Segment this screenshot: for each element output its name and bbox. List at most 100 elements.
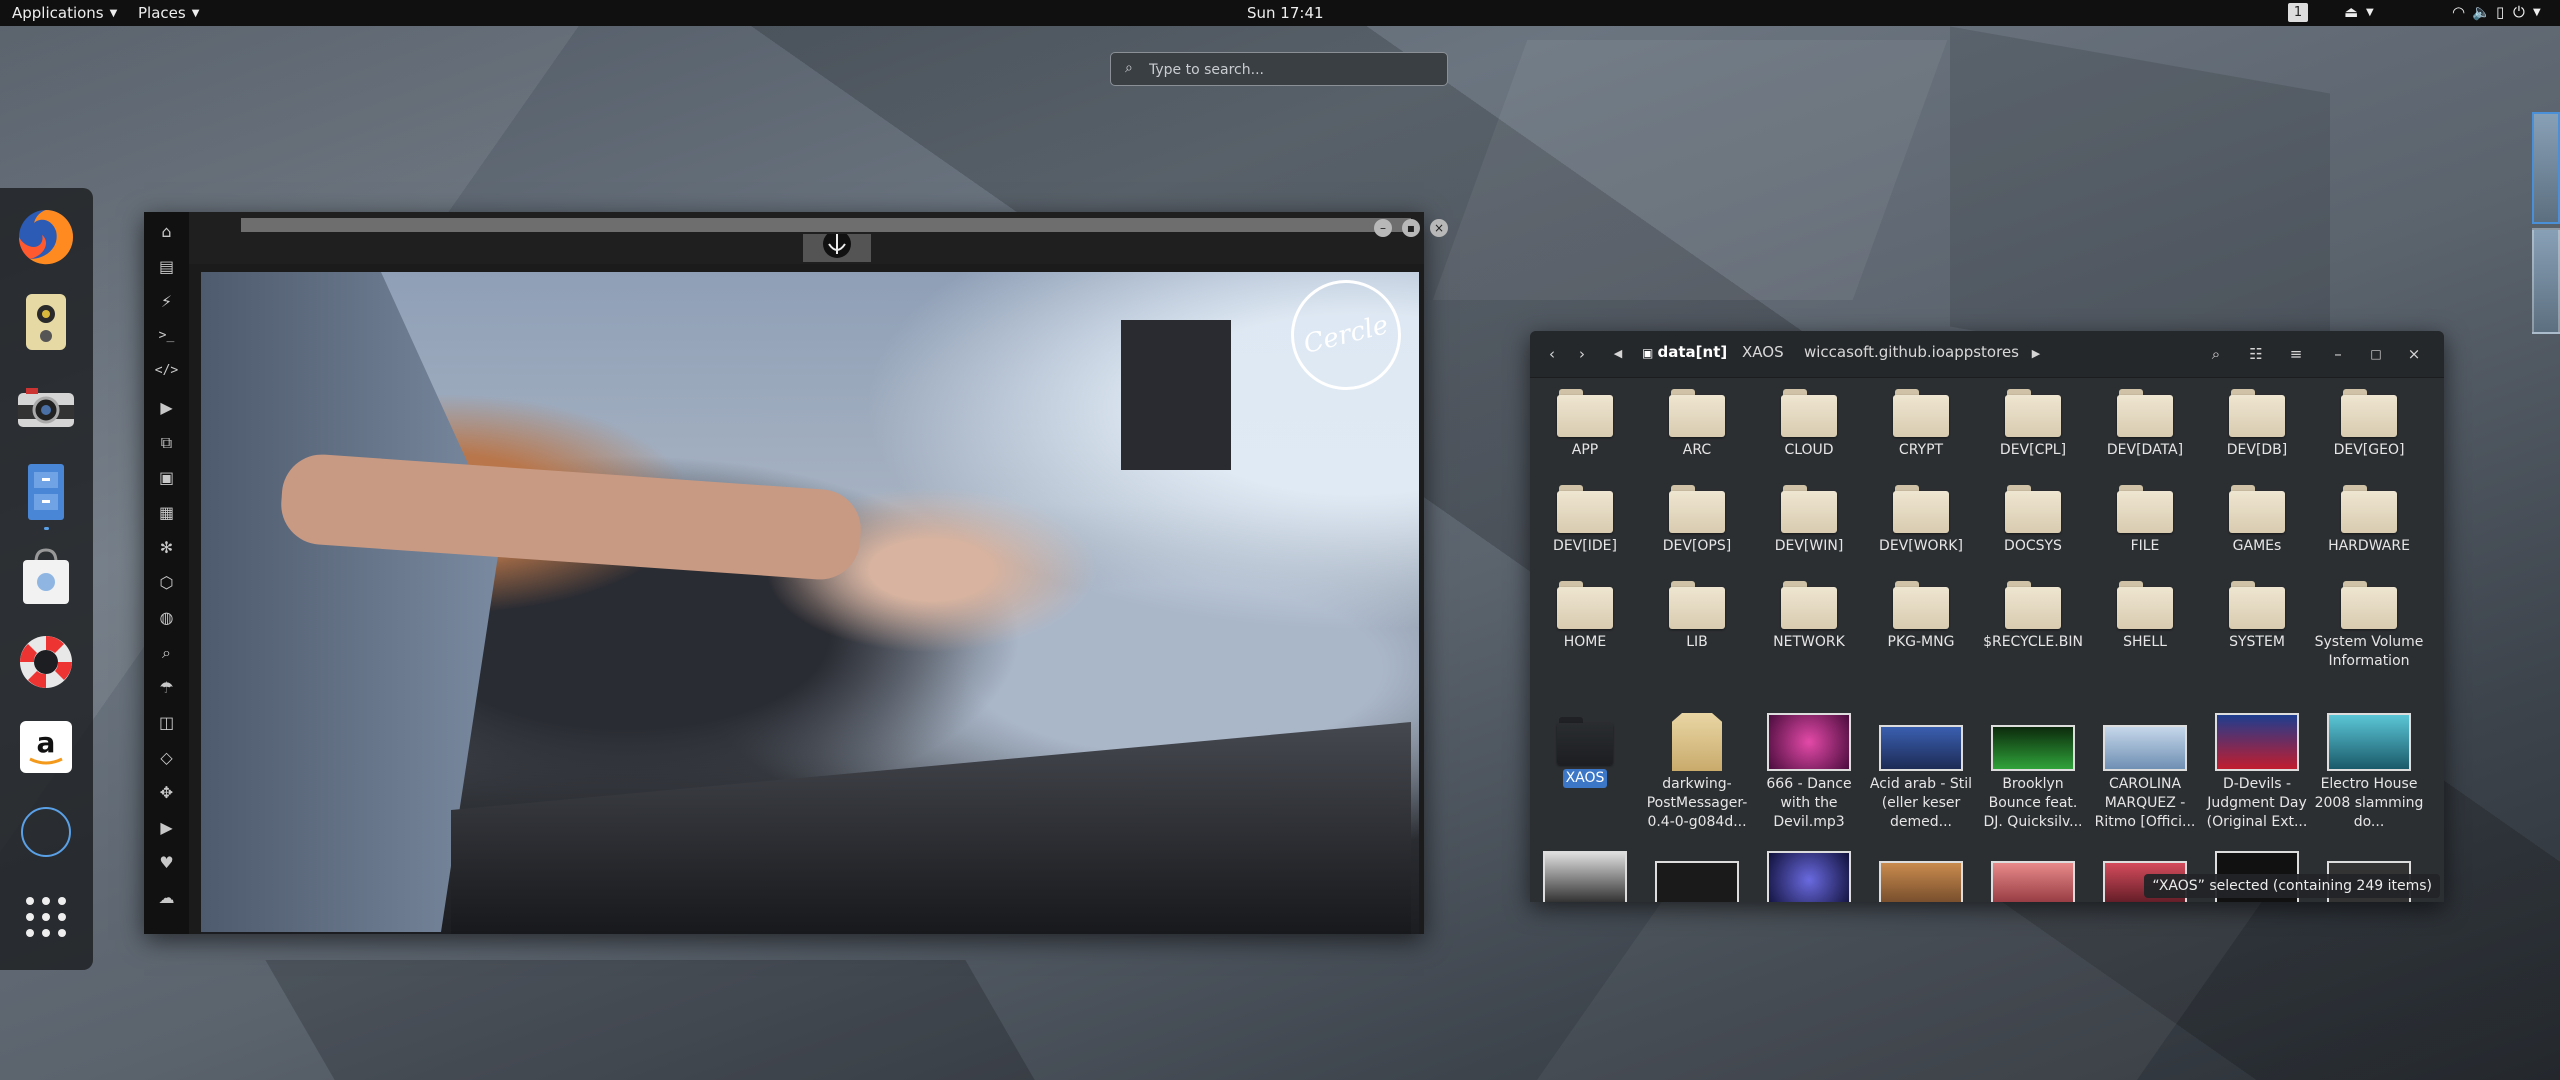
minimize-button[interactable]: –: [1374, 219, 1392, 237]
volume-icon[interactable]: 🔈: [2472, 3, 2491, 21]
play-circle-icon[interactable]: ▶: [144, 398, 189, 417]
menu-icon[interactable]: ≡: [2280, 340, 2312, 368]
folder-item[interactable]: DEV[IDE]: [1530, 485, 1640, 556]
rebel-logo-tab[interactable]: [803, 230, 871, 262]
workspace-indicator[interactable]: 1: [2288, 3, 2308, 22]
folder-item[interactable]: DOCSYS: [1978, 485, 2088, 556]
seek-bar[interactable]: [241, 218, 1411, 232]
folder-item[interactable]: CLOUD: [1754, 389, 1864, 460]
folder-item[interactable]: System Volume Information: [2314, 581, 2424, 671]
workspace-thumbnail[interactable]: [2532, 228, 2560, 334]
search-icon[interactable]: ⌕: [144, 643, 189, 663]
breadcrumb-appstores[interactable]: appstores: [1945, 343, 2019, 361]
amazon-icon[interactable]: a: [13, 714, 79, 780]
view-options-icon[interactable]: ☷: [2240, 340, 2272, 368]
file-item[interactable]: Acid arab - Stil (eller keser demed...: [1866, 713, 1976, 832]
file-item[interactable]: 666 - Dance with the Devil.mp3: [1754, 713, 1864, 832]
news-icon[interactable]: ▦: [144, 503, 189, 522]
file-item[interactable]: darkwing-PostMessager-0.4-0-g084d...: [1642, 713, 1752, 832]
heart-icon[interactable]: ♥: [144, 853, 189, 872]
file-item[interactable]: D-Devils - Judgment Day (Original Ext...: [2202, 713, 2312, 832]
folder-item[interactable]: SHELL: [2090, 581, 2200, 652]
folder-item[interactable]: SYSTEM: [2202, 581, 2312, 652]
document-icon[interactable]: ▤: [144, 257, 189, 276]
power-icon[interactable]: ⏻: [2513, 3, 2525, 21]
folder-item[interactable]: APP: [1530, 389, 1640, 460]
file-item[interactable]: [1978, 861, 2088, 902]
breadcrumb-right-arrow[interactable]: ▶: [2028, 340, 2044, 368]
minimize-button[interactable]: –: [2324, 340, 2352, 368]
maximize-button[interactable]: ▪: [1402, 219, 1420, 237]
folder-item[interactable]: ARC: [1642, 389, 1752, 460]
hexagon-icon[interactable]: ⬡: [144, 573, 189, 592]
workspace-thumbnail[interactable]: [2532, 112, 2560, 224]
breadcrumb-wiccasoft[interactable]: wiccasoft.github.io: [1804, 343, 1945, 361]
breadcrumb-data-nt[interactable]: ▣ data[nt]: [1642, 343, 1727, 361]
close-button[interactable]: ×: [2400, 340, 2428, 368]
folder-item[interactable]: DEV[WORK]: [1866, 485, 1976, 556]
folder-item[interactable]: DEV[WIN]: [1754, 485, 1864, 556]
breadcrumb-left-arrow[interactable]: ◀: [1610, 340, 1626, 368]
show-applications-grid-icon[interactable]: [13, 884, 79, 950]
folder-item[interactable]: DEV[CPL]: [1978, 389, 2088, 460]
home-icon[interactable]: ⌂: [144, 222, 189, 241]
folder-item[interactable]: FILE: [2090, 485, 2200, 556]
folder-item[interactable]: HOME: [1530, 581, 1640, 652]
back-button[interactable]: ‹: [1538, 340, 1566, 368]
chevron-down-icon[interactable]: ▼: [2533, 7, 2541, 18]
settings-icon[interactable]: ✻: [144, 538, 189, 557]
folder-item-selected[interactable]: XAOS: [1530, 717, 1640, 788]
image-icon[interactable]: ▣: [144, 468, 189, 487]
calendar-bag-icon[interactable]: [13, 544, 79, 610]
wifi-icon[interactable]: ◠: [2452, 3, 2465, 21]
umbrella-icon[interactable]: ☂: [144, 678, 189, 697]
cloud-icon[interactable]: ☁: [144, 888, 189, 907]
folder-item[interactable]: CRYPT: [1866, 389, 1976, 460]
folder-item[interactable]: LIB: [1642, 581, 1752, 652]
terminal-icon[interactable]: >_: [144, 328, 189, 343]
folder-item[interactable]: PKG-MNG: [1866, 581, 1976, 652]
contact-icon[interactable]: ◫: [144, 713, 189, 732]
copy-icon[interactable]: ⧉: [144, 433, 189, 453]
music-player-window[interactable]: ⌂ ▤ ⚡ >_ </> ▶ ⧉ ▣ ▦ ✻ ⬡ ◍ ⌕ ☂ ◫ ◇ ✥ ▶ ♥…: [144, 212, 1448, 934]
applications-menu[interactable]: Applications ▼: [12, 4, 117, 22]
search-icon[interactable]: ⌕: [2200, 340, 2232, 368]
empty-app-circle-icon[interactable]: [13, 799, 79, 865]
folder-item[interactable]: DEV[DB]: [2202, 389, 2312, 460]
lightning-icon[interactable]: ⚡: [144, 292, 189, 311]
folder-item[interactable]: HARDWARE: [2314, 485, 2424, 556]
file-item[interactable]: [1866, 861, 1976, 902]
places-menu[interactable]: Places ▼: [138, 4, 199, 22]
folder-item[interactable]: DEV[GEO]: [2314, 389, 2424, 460]
folder-item[interactable]: DEV[OPS]: [1642, 485, 1752, 556]
file-item[interactable]: Electro House 2008 slamming do...: [2314, 713, 2424, 832]
eject-icon[interactable]: ⏏: [2344, 3, 2358, 21]
overview-search-box[interactable]: ⌕: [1110, 52, 1448, 86]
file-cabinet-icon[interactable]: [13, 459, 79, 525]
file-manager-window[interactable]: ‹ › ◀ ▣ data[nt] XAOS wiccasoft.github.i…: [1530, 331, 2444, 902]
lifebuoy-help-icon[interactable]: [13, 629, 79, 695]
firefox-icon[interactable]: [13, 204, 79, 270]
battery-icon[interactable]: ▯: [2496, 3, 2504, 21]
youtube-icon[interactable]: ▶: [144, 818, 189, 837]
maximize-button[interactable]: □: [2362, 340, 2390, 368]
code-icon[interactable]: </>: [144, 363, 189, 378]
breadcrumb-xaos[interactable]: XAOS: [1742, 343, 1784, 361]
file-item[interactable]: [1754, 851, 1864, 902]
file-item[interactable]: [1530, 851, 1640, 902]
search-input[interactable]: [1147, 59, 1441, 81]
close-button[interactable]: ×: [1430, 219, 1448, 237]
speaker-app-icon[interactable]: [13, 289, 79, 355]
expand-icon[interactable]: ✥: [144, 783, 189, 802]
folder-item[interactable]: NETWORK: [1754, 581, 1864, 652]
forward-button[interactable]: ›: [1568, 340, 1596, 368]
chevron-down-icon[interactable]: ▼: [2366, 7, 2374, 18]
folder-item[interactable]: $RECYCLE.BIN: [1978, 581, 2088, 652]
file-item[interactable]: CAROLINA MARQUEZ - Ritmo [Offici...: [2090, 713, 2200, 832]
camera-icon[interactable]: [13, 374, 79, 440]
globe-icon[interactable]: ◍: [144, 608, 189, 627]
clock[interactable]: Sun 17:41: [1247, 4, 1324, 22]
file-item[interactable]: Brooklyn Bounce feat. DJ. Quicksilv...: [1978, 713, 2088, 832]
folder-item[interactable]: DEV[DATA]: [2090, 389, 2200, 460]
file-item[interactable]: [1642, 861, 1752, 902]
